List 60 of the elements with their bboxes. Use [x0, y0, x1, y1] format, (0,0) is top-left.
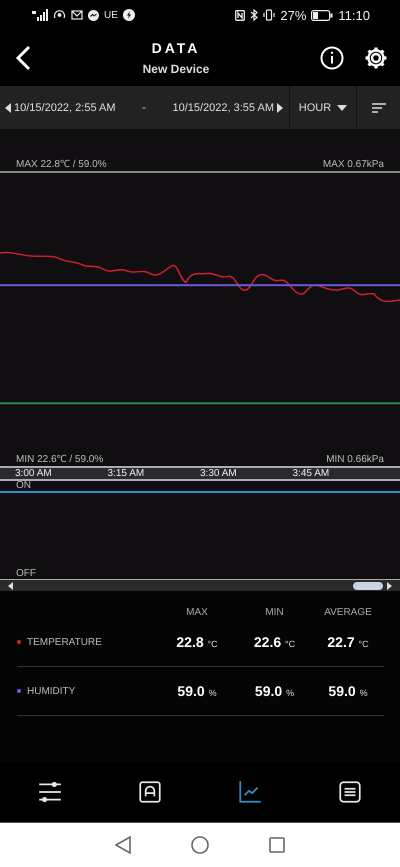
max-temperature-label: MAX 22.8℃ / 59.0%: [16, 159, 107, 171]
scroll-left-icon: [8, 582, 13, 590]
bluetooth-icon: [250, 9, 258, 21]
mail-icon: [71, 10, 83, 20]
home-icon[interactable]: [191, 836, 209, 854]
list-icon: [337, 779, 363, 805]
min-temperature-label: MIN 22.6℃ / 59.0%: [16, 454, 104, 466]
clock-time: 11:10: [338, 8, 370, 22]
stat-value: 22.6 °C: [252, 634, 296, 650]
previous-button[interactable]: [5, 102, 11, 112]
stat-value: 59.0 %: [327, 683, 369, 699]
settings-button[interactable]: [364, 46, 388, 70]
back-icon[interactable]: [115, 836, 131, 854]
sliders-icon: [37, 779, 63, 805]
sort-icon: [372, 102, 386, 112]
messenger-icon: [88, 10, 99, 20]
nav-tab[interactable]: [337, 779, 363, 805]
signal-icon: [32, 9, 48, 21]
max-pressure-label: MAX 0.67kPa: [322, 159, 384, 171]
scroll-thumb[interactable]: [353, 582, 383, 590]
off-label: OFF: [15, 569, 37, 579]
nav-tab[interactable]: [237, 779, 263, 805]
back-button[interactable]: [14, 45, 32, 71]
start-date[interactable]: 10/15/2022, 2:55 AM: [14, 102, 116, 114]
page-title: DATA: [152, 40, 200, 56]
nav-tab[interactable]: [37, 779, 63, 805]
scroll-right-icon: [387, 582, 392, 590]
info-button[interactable]: [320, 46, 344, 70]
column-header: MIN: [264, 607, 285, 618]
hotspot-icon: [53, 9, 66, 21]
on-label: ON: [15, 481, 32, 491]
column-header: AVERAGE: [323, 607, 373, 618]
stat-value: 59.0 %: [176, 683, 218, 699]
caret-icon: [337, 104, 348, 110]
end-date[interactable]: 10/15/2022, 3:55 AM: [172, 102, 274, 114]
min-pressure-label: MIN 0.66kPa: [326, 454, 384, 466]
scroll-bar[interactable]: [0, 579, 400, 591]
device-name: New Device: [142, 62, 210, 76]
letter-square-icon: [137, 779, 163, 805]
vibrate-icon: [263, 9, 276, 21]
next-button[interactable]: [277, 102, 283, 112]
stat-value: 22.8 °C: [175, 634, 219, 650]
chart-icon: [237, 779, 263, 805]
nfc-icon: [235, 10, 246, 20]
time-label: 3:30 AM: [200, 468, 238, 479]
stat-value: 22.7 °C: [326, 634, 370, 650]
bolt-icon: [122, 9, 135, 21]
stat-value: 59.0 %: [254, 683, 296, 699]
time-label: 3:00 AM: [15, 468, 53, 479]
range-separator: -: [141, 102, 147, 114]
battery-icon: [311, 10, 334, 20]
recents-icon[interactable]: [269, 837, 285, 853]
series-name: TEMPERATURE: [27, 636, 102, 648]
series-name: HUMIDITY: [27, 686, 76, 696]
time-label: 3:45 AM: [292, 468, 330, 479]
network-label: UE: [104, 10, 118, 20]
nav-tab[interactable]: [137, 779, 163, 805]
battery-percentage: 27%: [280, 8, 306, 22]
time-label: 3:15 AM: [108, 468, 146, 479]
column-header: MAX: [185, 607, 209, 618]
